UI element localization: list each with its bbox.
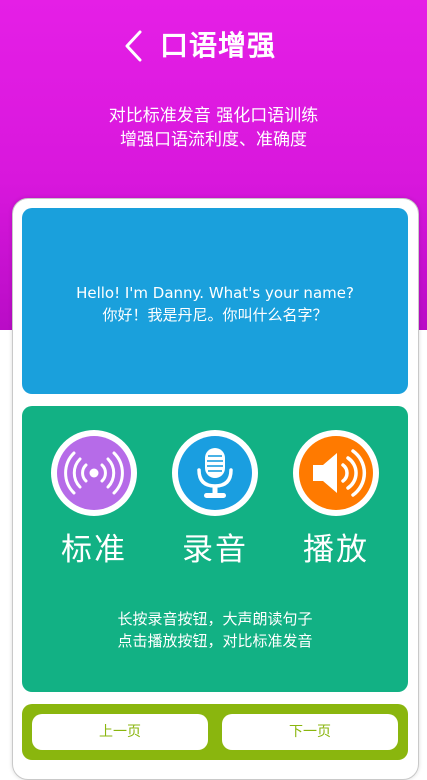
standard-button[interactable]: 标准 (46, 430, 142, 568)
back-button[interactable] (118, 26, 154, 66)
play-icon-bg (299, 436, 373, 510)
speaker-icon (313, 449, 367, 497)
record-icon-bg (178, 436, 252, 510)
standard-icon-circle (51, 430, 137, 516)
broadcast-icon (64, 451, 124, 495)
sentence-english: Hello! I'm Danny. What's your name? (76, 284, 354, 302)
record-label: 录音 (182, 532, 248, 568)
page-nav-bar: 上一页 下一页 (22, 704, 408, 760)
chevron-left-icon (125, 30, 142, 62)
standard-label: 标准 (61, 532, 127, 568)
intro-line-2: 增强口语流利度、准确度 (120, 130, 307, 150)
next-page-button[interactable]: 下一页 (222, 714, 398, 750)
sentence-chinese: 你好！我是丹尼。你叫什么名字？ (102, 306, 328, 324)
record-icon-circle (172, 430, 258, 516)
play-label: 播放 (303, 532, 369, 568)
hint-line-2: 点击播放按钮，对比标准发音 (117, 632, 313, 650)
hint-line-1: 长按录音按钮，大声朗读句子 (117, 610, 313, 628)
microphone-icon (197, 448, 233, 498)
app-header: 口语增强 (0, 20, 427, 72)
sentence-panel: Hello! I'm Danny. What's your name? 你好！我… (22, 208, 408, 394)
intro-line-1: 对比标准发音 强化口语训练 (108, 106, 319, 126)
record-button[interactable]: 录音 (167, 430, 263, 568)
standard-icon-bg (57, 436, 131, 510)
control-panel: 标准 录音 播放 长按录音按钮，大声朗读句子 点击播放按钮，对比标准发音 (22, 406, 408, 692)
prev-page-button[interactable]: 上一页 (32, 714, 208, 750)
page-title: 口语增强 (160, 29, 277, 62)
play-icon-circle (293, 430, 379, 516)
play-button[interactable]: 播放 (288, 430, 384, 568)
